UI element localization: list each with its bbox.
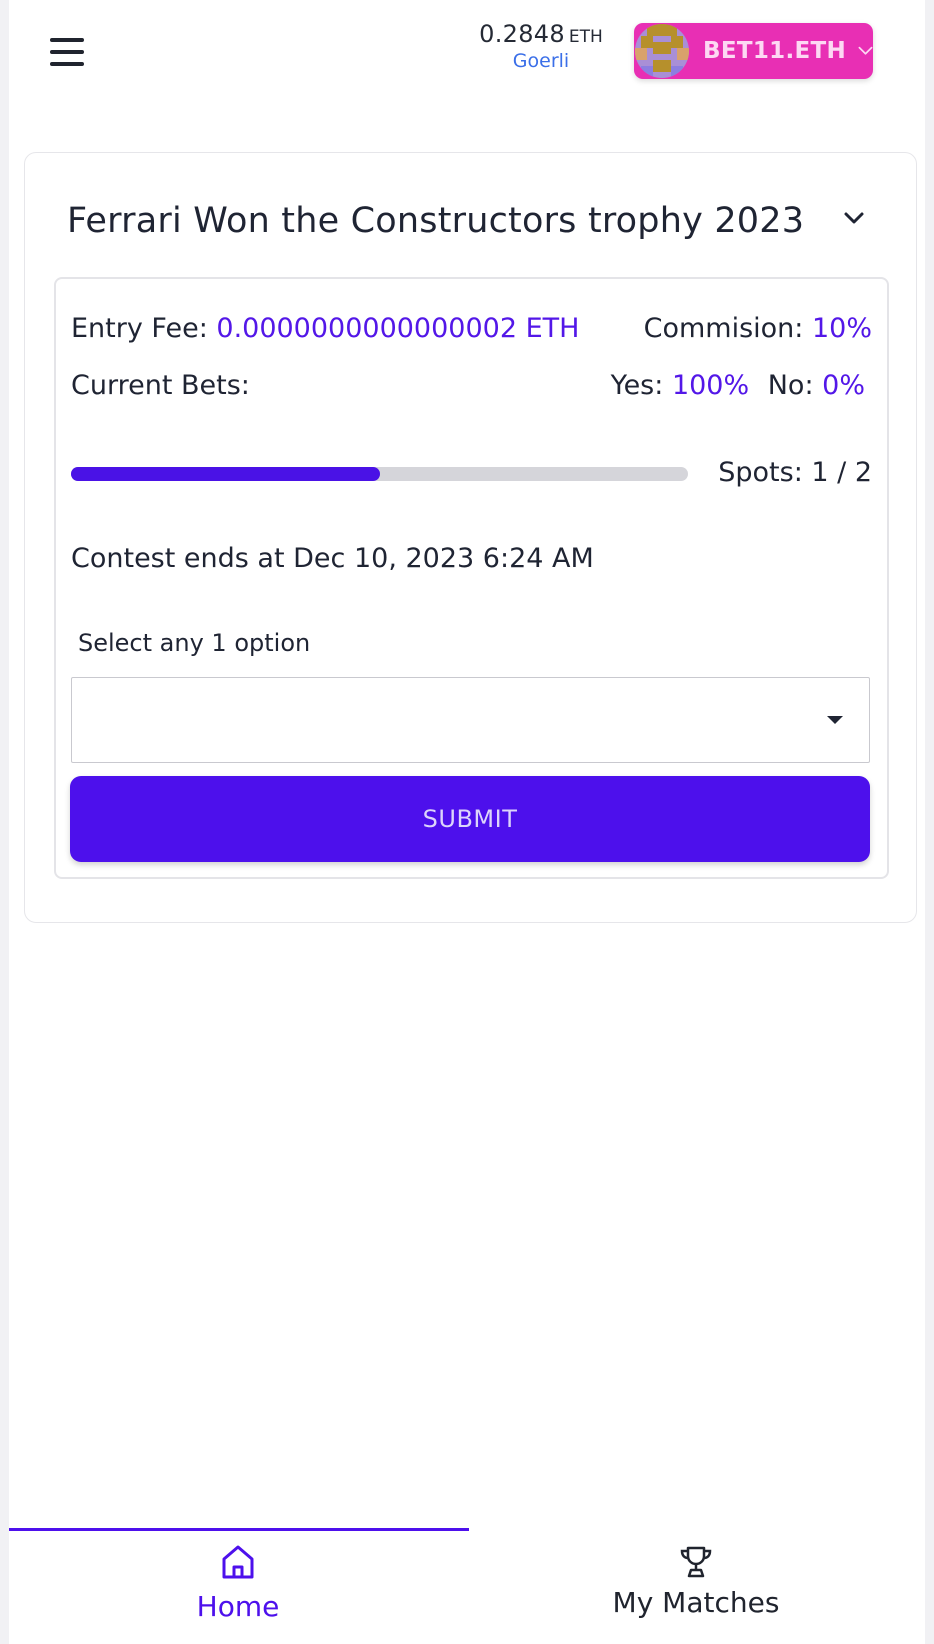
chevron-down-icon <box>858 46 873 55</box>
balance-unit: ETH <box>568 27 603 47</box>
no-value: 0% <box>822 370 865 401</box>
contest-details: Entry Fee: 0.0000000000000002 ETH Commis… <box>54 277 889 879</box>
entry-fee: Entry Fee: 0.0000000000000002 ETH <box>71 313 579 344</box>
contest-title: Ferrari Won the Constructors trophy 2023 <box>67 201 805 241</box>
contest-ends-text: Contest ends at Dec 10, 2023 6:24 AM <box>71 543 594 574</box>
trophy-icon <box>680 1546 712 1578</box>
chevron-down-icon[interactable] <box>843 211 865 225</box>
commission-value: 10% <box>811 313 872 344</box>
yes-value: 100% <box>671 370 750 401</box>
nav-tab-home[interactable]: Home <box>9 1528 467 1644</box>
yes-label: Yes: <box>610 370 664 401</box>
nav-label-my-matches: My Matches <box>612 1586 780 1619</box>
caret-down-icon <box>827 716 843 724</box>
app-screen: 0.2848 ETH Goerli BET11.ETH Ferrari Won … <box>0 0 934 1644</box>
nav-label-home: Home <box>196 1590 280 1623</box>
commission-label: Commision: <box>643 313 804 344</box>
account-avatar-icon <box>635 24 689 78</box>
current-bets-label: Current Bets: <box>71 370 250 401</box>
commission: Commision: 10% <box>644 313 872 344</box>
network-label: Goerli <box>512 50 570 72</box>
entry-fee-value: 0.0000000000000002 ETH <box>216 313 580 344</box>
wallet-balance: 0.2848 ETH Goerli <box>466 20 616 72</box>
spots-text: Spots: 1 / 2 <box>718 457 872 488</box>
spots-progress-bar <box>71 467 688 481</box>
option-select[interactable] <box>71 677 870 763</box>
hamburger-menu-icon[interactable] <box>50 38 84 66</box>
select-option-label: Select any 1 option <box>78 629 311 657</box>
contest-card: Ferrari Won the Constructors trophy 2023… <box>24 152 917 923</box>
balance-amount: 0.2848 <box>479 20 565 48</box>
right-edge <box>925 0 934 1644</box>
nav-tab-my-matches[interactable]: My Matches <box>467 1528 925 1644</box>
account-button[interactable]: BET11.ETH <box>634 23 873 79</box>
bet-split: Yes: 100% No: 0% <box>611 370 865 401</box>
submit-button[interactable]: SUBMIT <box>70 776 870 862</box>
left-edge <box>0 0 9 1644</box>
no-label: No: <box>767 370 814 401</box>
spots-progress-fill <box>71 467 380 481</box>
bottom-navigation: Home My Matches <box>9 1528 925 1644</box>
account-label: BET11.ETH <box>703 38 847 64</box>
entry-fee-label: Entry Fee: <box>71 313 208 344</box>
home-icon <box>222 1545 254 1579</box>
